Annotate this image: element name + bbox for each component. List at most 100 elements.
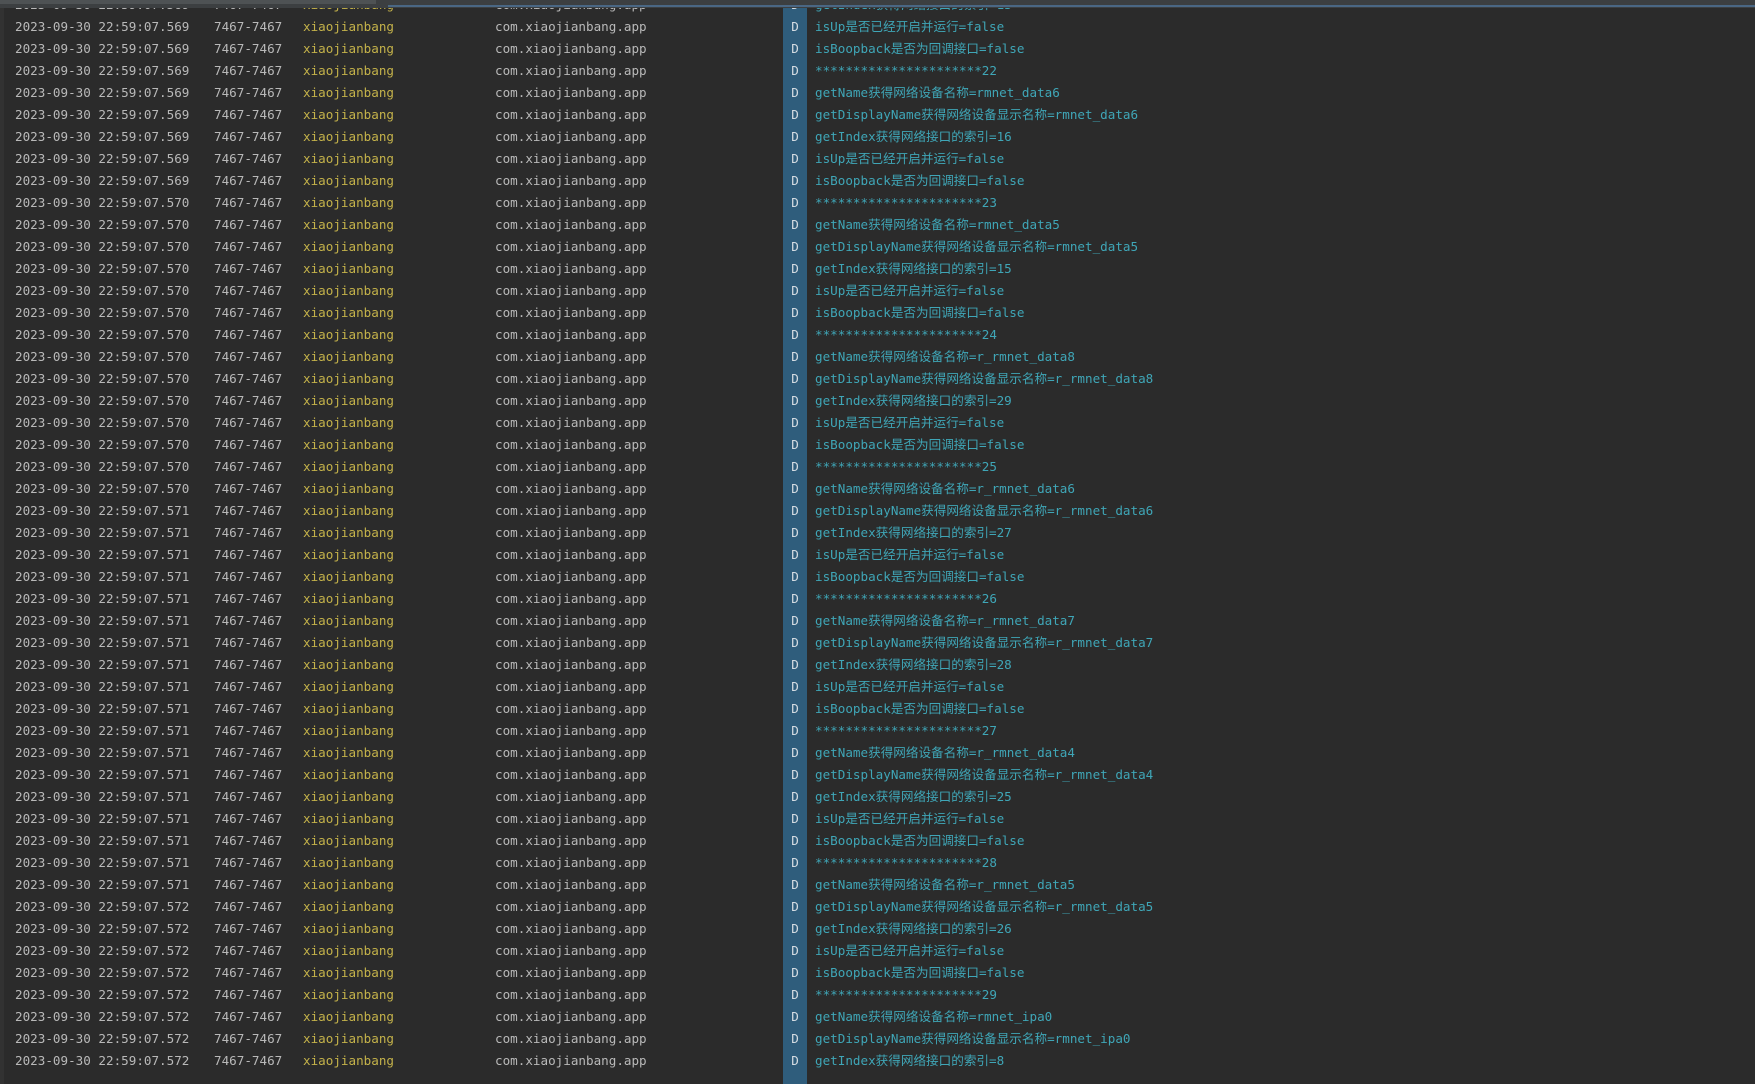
log-tag: xiaojianbang (303, 569, 394, 584)
log-row[interactable]: 2023-09-30 22:59:07.569 7467-7467 xiaojian… (0, 60, 1755, 82)
log-row[interactable]: 2023-09-30 22:59:07.572 7467-7467 xiaojian… (0, 1006, 1755, 1028)
log-package: com.xiaojianbang.app (495, 85, 647, 100)
log-tag: xiaojianbang (303, 745, 394, 760)
log-row[interactable]: 2023-09-30 22:59:07.571 7467-7467 xiaojian… (0, 500, 1755, 522)
log-row[interactable]: 2023-09-30 22:59:07.570 7467-7467 xiaojian… (0, 324, 1755, 346)
log-level: D (791, 239, 799, 254)
log-package: com.xiaojianbang.app (495, 63, 647, 78)
log-tag: xiaojianbang (303, 437, 394, 452)
log-pid-tid: 7467-7467 (214, 591, 283, 606)
log-level: D (791, 85, 799, 100)
log-level: D (791, 723, 799, 738)
log-pid-tid: 7467-7467 (214, 151, 283, 166)
log-row[interactable]: 2023-09-30 22:59:07.569 7467-7467 xiaojian… (0, 148, 1755, 170)
log-row[interactable]: 2023-09-30 22:59:07.570 7467-7467 xiaojian… (0, 368, 1755, 390)
log-message: getDisplayName获得网络设备显示名称=r_rmnet_data5 (815, 899, 1154, 914)
log-pid-tid: 7467-7467 (214, 371, 283, 386)
log-row[interactable]: 2023-09-30 22:59:07.570 7467-7467 xiaojian… (0, 346, 1755, 368)
log-message: getDisplayName获得网络设备显示名称=rmnet_data5 (815, 239, 1139, 254)
log-row[interactable]: 2023-09-30 22:59:07.570 7467-7467 xiaojian… (0, 280, 1755, 302)
log-level: D (791, 591, 799, 606)
log-tag: xiaojianbang (303, 503, 394, 518)
log-row[interactable]: 2023-09-30 22:59:07.570 7467-7467 xiaojian… (0, 236, 1755, 258)
log-pid-tid: 7467-7467 (214, 107, 283, 122)
log-pid-tid: 7467-7467 (214, 899, 283, 914)
log-tag: xiaojianbang (303, 415, 394, 430)
log-row[interactable]: 2023-09-30 22:59:07.572 7467-7467 xiaojian… (0, 940, 1755, 962)
log-row[interactable]: 2023-09-30 22:59:07.571 7467-7467 xiaojian… (0, 566, 1755, 588)
log-package: com.xiaojianbang.app (495, 371, 647, 386)
log-tag: xiaojianbang (303, 723, 394, 738)
log-filter-input[interactable] (388, 0, 1755, 7)
log-row[interactable]: 2023-09-30 22:59:07.571 7467-7467 xiaojian… (0, 544, 1755, 566)
log-row[interactable]: 2023-09-30 22:59:07.571 7467-7467 xiaojian… (0, 654, 1755, 676)
log-row[interactable]: 2023-09-30 22:59:07.571 7467-7467 xiaojian… (0, 676, 1755, 698)
log-row[interactable]: 2023-09-30 22:59:07.571 7467-7467 xiaojian… (0, 742, 1755, 764)
log-level: D (791, 349, 799, 364)
log-row[interactable]: 2023-09-30 22:59:07.572 7467-7467 xiaojian… (0, 962, 1755, 984)
log-row[interactable]: 2023-09-30 22:59:07.572 7467-7467 xiaojian… (0, 1028, 1755, 1050)
log-row[interactable]: 2023-09-30 22:59:07.571 7467-7467 xiaojian… (0, 786, 1755, 808)
log-timestamp: 2023-09-30 22:59:07.570 (15, 437, 190, 452)
log-row[interactable]: 2023-09-30 22:59:07.570 7467-7467 xiaojian… (0, 302, 1755, 324)
log-level: D (791, 437, 799, 452)
log-row[interactable]: 2023-09-30 22:59:07.571 7467-7467 xiaojian… (0, 522, 1755, 544)
log-timestamp: 2023-09-30 22:59:07.569 (15, 85, 190, 100)
log-row[interactable]: 2023-09-30 22:59:07.571 7467-7467 xiaojian… (0, 808, 1755, 830)
log-row[interactable]: 2023-09-30 22:59:07.569 7467-7467 xiaojian… (0, 38, 1755, 60)
log-timestamp: 2023-09-30 22:59:07.571 (15, 679, 190, 694)
log-timestamp: 2023-09-30 22:59:07.571 (15, 745, 190, 760)
log-pid-tid: 7467-7467 (214, 305, 283, 320)
log-level: D (791, 503, 799, 518)
log-row[interactable]: 2023-09-30 22:59:07.572 7467-7467 xiaojian… (0, 1050, 1755, 1072)
log-row[interactable]: 2023-09-30 22:59:07.570 7467-7467 xiaojian… (0, 214, 1755, 236)
log-row[interactable]: 2023-09-30 22:59:07.570 7467-7467 xiaojian… (0, 478, 1755, 500)
log-level: D (791, 1009, 799, 1024)
log-row[interactable]: 2023-09-30 22:59:07.571 7467-7467 xiaojian… (0, 874, 1755, 896)
log-timestamp: 2023-09-30 22:59:07.569 (15, 151, 190, 166)
log-pid-tid: 7467-7467 (214, 437, 283, 452)
log-timestamp: 2023-09-30 22:59:07.572 (15, 965, 190, 980)
log-row[interactable]: 2023-09-30 22:59:07.571 7467-7467 xiaojian… (0, 830, 1755, 852)
log-package: com.xiaojianbang.app (495, 701, 647, 716)
log-pid-tid: 7467-7467 (214, 283, 283, 298)
log-row[interactable]: 2023-09-30 22:59:07.571 7467-7467 xiaojian… (0, 698, 1755, 720)
log-row[interactable]: 2023-09-30 22:59:07.569 7467-7467 xiaojian… (0, 82, 1755, 104)
log-row[interactable]: 2023-09-30 22:59:07.569 7467-7467 xiaojian… (0, 104, 1755, 126)
log-row[interactable]: 2023-09-30 22:59:07.569 7467-7467 xiaojian… (0, 16, 1755, 38)
log-timestamp: 2023-09-30 22:59:07.571 (15, 613, 190, 628)
log-row[interactable]: 2023-09-30 22:59:07.571 7467-7467 xiaojian… (0, 720, 1755, 742)
log-row[interactable]: 2023-09-30 22:59:07.570 7467-7467 xiaojian… (0, 258, 1755, 280)
log-row[interactable]: 2023-09-30 22:59:07.572 7467-7467 xiaojian… (0, 984, 1755, 1006)
log-row[interactable]: 2023-09-30 22:59:07.570 7467-7467 xiaojian… (0, 412, 1755, 434)
log-row[interactable]: 2023-09-30 22:59:07.569 7467-7467 xiaojian… (0, 170, 1755, 192)
log-tag: xiaojianbang (303, 239, 394, 254)
log-list[interactable]: 2023-09-30 22:59:07.569 7467-7467 xiaojian… (0, 0, 1755, 1072)
log-row[interactable]: 2023-09-30 22:59:07.571 7467-7467 xiaojian… (0, 610, 1755, 632)
log-level: D (791, 921, 799, 936)
log-package: com.xiaojianbang.app (495, 833, 647, 848)
log-tag: xiaojianbang (303, 921, 394, 936)
device-selector[interactable] (0, 0, 376, 4)
log-row[interactable]: 2023-09-30 22:59:07.570 7467-7467 xiaojian… (0, 192, 1755, 214)
log-row[interactable]: 2023-09-30 22:59:07.572 7467-7467 xiaojian… (0, 896, 1755, 918)
log-row[interactable]: 2023-09-30 22:59:07.571 7467-7467 xiaojian… (0, 852, 1755, 874)
log-message: **********************25 (815, 459, 997, 474)
log-timestamp: 2023-09-30 22:59:07.570 (15, 481, 190, 496)
log-row[interactable]: 2023-09-30 22:59:07.571 7467-7467 xiaojian… (0, 588, 1755, 610)
log-row[interactable]: 2023-09-30 22:59:07.569 7467-7467 xiaojian… (0, 126, 1755, 148)
log-row[interactable]: 2023-09-30 22:59:07.570 7467-7467 xiaojian… (0, 434, 1755, 456)
log-message: isUp是否已经开启并运行=false (815, 679, 1005, 694)
log-message: **********************29 (815, 987, 997, 1002)
log-tag: xiaojianbang (303, 943, 394, 958)
log-row[interactable]: 2023-09-30 22:59:07.570 7467-7467 xiaojian… (0, 456, 1755, 478)
log-row[interactable]: 2023-09-30 22:59:07.570 7467-7467 xiaojian… (0, 390, 1755, 412)
log-package: com.xiaojianbang.app (495, 635, 647, 650)
log-row[interactable]: 2023-09-30 22:59:07.571 7467-7467 xiaojian… (0, 764, 1755, 786)
log-pid-tid: 7467-7467 (214, 19, 283, 34)
log-package: com.xiaojianbang.app (495, 305, 647, 320)
log-row[interactable]: 2023-09-30 22:59:07.571 7467-7467 xiaojian… (0, 632, 1755, 654)
log-tag: xiaojianbang (303, 107, 394, 122)
log-message: isBoopback是否为回调接口=false (815, 437, 1025, 452)
log-row[interactable]: 2023-09-30 22:59:07.572 7467-7467 xiaojian… (0, 918, 1755, 940)
